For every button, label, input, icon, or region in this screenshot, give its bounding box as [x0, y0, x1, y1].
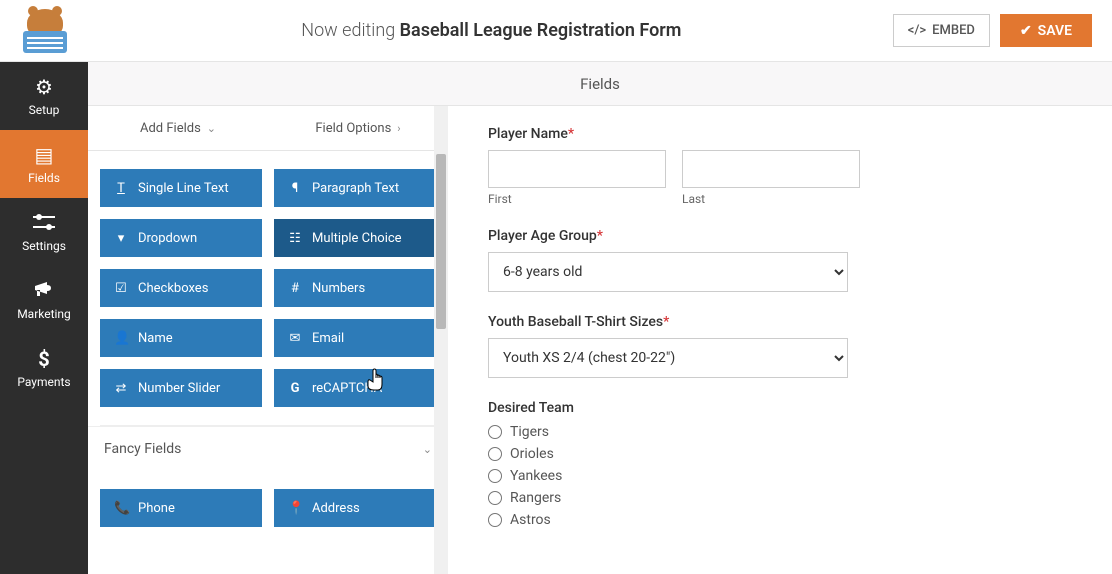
pin-icon: 📍 [288, 501, 302, 516]
logo [20, 9, 70, 53]
fancy-fields-header[interactable]: Fancy Fields ⌄ [88, 426, 448, 471]
field-address[interactable]: 📍Address [274, 489, 436, 527]
field-number-slider[interactable]: ⇄Number Slider [100, 369, 262, 407]
paragraph-icon: ¶ [288, 181, 302, 196]
chevron-right-icon: › [397, 122, 400, 135]
dollar-icon: $ [38, 347, 49, 371]
field-recaptcha[interactable]: GreCAPTCHA [274, 369, 436, 407]
age-group-label: Player Age Group* [488, 228, 1072, 244]
form-preview: Player Name* First Last Player Age Grou [448, 106, 1112, 574]
player-name-label: Player Name* [488, 126, 1072, 142]
sidebar-item-settings[interactable]: Settings [0, 198, 88, 266]
field-multiple-choice[interactable]: ☷Multiple Choice [274, 219, 436, 257]
hash-icon: # [288, 281, 302, 296]
team-option-tigers[interactable]: Tigers [488, 424, 1072, 440]
page-title: Now editing Baseball League Registration… [90, 20, 893, 41]
team-option-orioles[interactable]: Orioles [488, 446, 1072, 462]
chevron-down-icon: ⌄ [423, 443, 432, 456]
dropdown-icon: ▾ [114, 231, 128, 246]
age-group-select[interactable]: 6-8 years old [488, 252, 848, 292]
team-label: Desired Team [488, 400, 1072, 416]
first-name-input[interactable] [488, 150, 666, 188]
code-icon: </> [908, 23, 926, 38]
field-checkboxes[interactable]: ☑Checkboxes [100, 269, 262, 307]
field-paragraph-text[interactable]: ¶Paragraph Text [274, 169, 436, 207]
envelope-icon: ✉ [288, 331, 302, 346]
list-icon: ☷ [288, 231, 302, 246]
last-name-input[interactable] [682, 150, 860, 188]
sidebar-item-setup[interactable]: ⚙ Setup [0, 62, 88, 130]
last-sublabel: Last [682, 192, 860, 206]
sidebar-item-payments[interactable]: $ Payments [0, 334, 88, 402]
field-numbers[interactable]: #Numbers [274, 269, 436, 307]
tshirt-select[interactable]: Youth XS 2/4 (chest 20-22") [488, 338, 848, 378]
field-dropdown[interactable]: ▾Dropdown [100, 219, 262, 257]
sidebar-item-marketing[interactable]: Marketing [0, 266, 88, 334]
scrollbar[interactable] [434, 106, 448, 574]
checkbox-icon: ☑ [114, 281, 128, 296]
embed-button[interactable]: </> EMBED [893, 14, 990, 47]
field-email[interactable]: ✉Email [274, 319, 436, 357]
phone-icon: 📞 [114, 501, 128, 516]
field-phone[interactable]: 📞Phone [100, 489, 262, 527]
check-icon: ✔ [1020, 23, 1032, 39]
form-icon: ▤ [35, 143, 54, 167]
first-sublabel: First [488, 192, 666, 206]
gear-icon: ⚙ [35, 75, 53, 99]
sidebar-item-fields[interactable]: ▤ Fields [0, 130, 88, 198]
user-icon: 👤 [114, 331, 128, 346]
fields-panel: Add Fields ⌄ Field Options › TSingle Lin… [88, 106, 448, 574]
tab-add-fields[interactable]: Add Fields ⌄ [88, 106, 268, 150]
slider-icon: ⇄ [114, 381, 128, 396]
sidebar: ⚙ Setup ▤ Fields Settings Marketing $ Pa… [0, 62, 88, 574]
field-single-line-text[interactable]: TSingle Line Text [100, 169, 262, 207]
team-option-astros[interactable]: Astros [488, 512, 1072, 528]
chevron-down-icon: ⌄ [207, 122, 216, 135]
bullhorn-icon [33, 279, 55, 303]
sliders-icon [33, 211, 55, 235]
tab-field-options[interactable]: Field Options › [268, 106, 448, 150]
google-icon: G [288, 381, 302, 396]
field-name[interactable]: 👤Name [100, 319, 262, 357]
tshirt-label: Youth Baseball T-Shirt Sizes* [488, 314, 1072, 330]
team-option-yankees[interactable]: Yankees [488, 468, 1072, 484]
section-title: Fields [88, 62, 1112, 106]
text-icon: T [114, 181, 128, 196]
save-button[interactable]: ✔ SAVE [1000, 14, 1092, 47]
scrollbar-thumb[interactable] [436, 154, 446, 329]
team-option-rangers[interactable]: Rangers [488, 490, 1072, 506]
